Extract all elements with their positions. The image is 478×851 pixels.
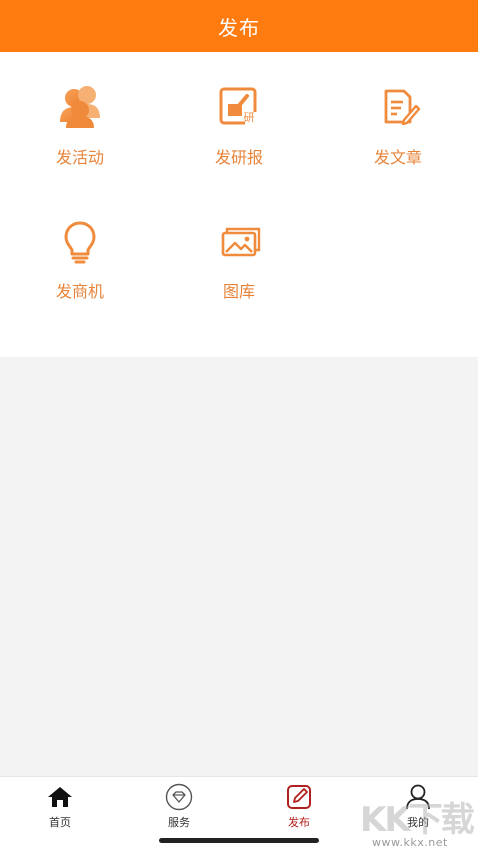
- tab-home[interactable]: 首页: [0, 783, 120, 830]
- people-icon: [54, 82, 106, 134]
- grid-label: 发活动: [55, 148, 104, 167]
- report-badge: 研: [243, 111, 255, 124]
- home-indicator[interactable]: [159, 838, 319, 843]
- edit-icon: [284, 783, 314, 811]
- tab-service[interactable]: 服务: [119, 783, 239, 830]
- grid-label: 图库: [222, 282, 255, 301]
- tab-label: 发布: [288, 816, 310, 829]
- publish-report-button[interactable]: 研 发研报: [159, 82, 319, 168]
- publish-opportunity-button[interactable]: 发商机: [0, 216, 160, 302]
- gallery-button[interactable]: 图库: [159, 216, 319, 302]
- grid-label: 发商机: [55, 282, 104, 301]
- gallery-icon: [213, 216, 265, 268]
- header-bar: 发布: [0, 0, 478, 52]
- tab-label: 我的: [407, 816, 429, 829]
- lightbulb-icon: [54, 216, 106, 268]
- article-edit-icon: [372, 82, 424, 134]
- tab-mine[interactable]: 我的: [358, 783, 478, 830]
- page-title: 发布: [218, 15, 260, 40]
- home-icon: [45, 783, 75, 811]
- research-report-icon: 研: [213, 82, 265, 134]
- tab-label: 服务: [168, 816, 190, 829]
- diamond-icon: [164, 783, 194, 811]
- publish-article-button[interactable]: 发文章: [318, 82, 478, 168]
- tab-label: 首页: [49, 816, 71, 829]
- publish-menu-panel: 发活动 研 发研报 发文章 发商机 图库: [0, 52, 478, 357]
- user-icon: [403, 783, 433, 811]
- publish-activity-button[interactable]: 发活动: [0, 82, 160, 168]
- grid-label: 发研报: [214, 148, 263, 167]
- tab-publish[interactable]: 发布: [239, 783, 359, 830]
- grid-label: 发文章: [373, 148, 422, 167]
